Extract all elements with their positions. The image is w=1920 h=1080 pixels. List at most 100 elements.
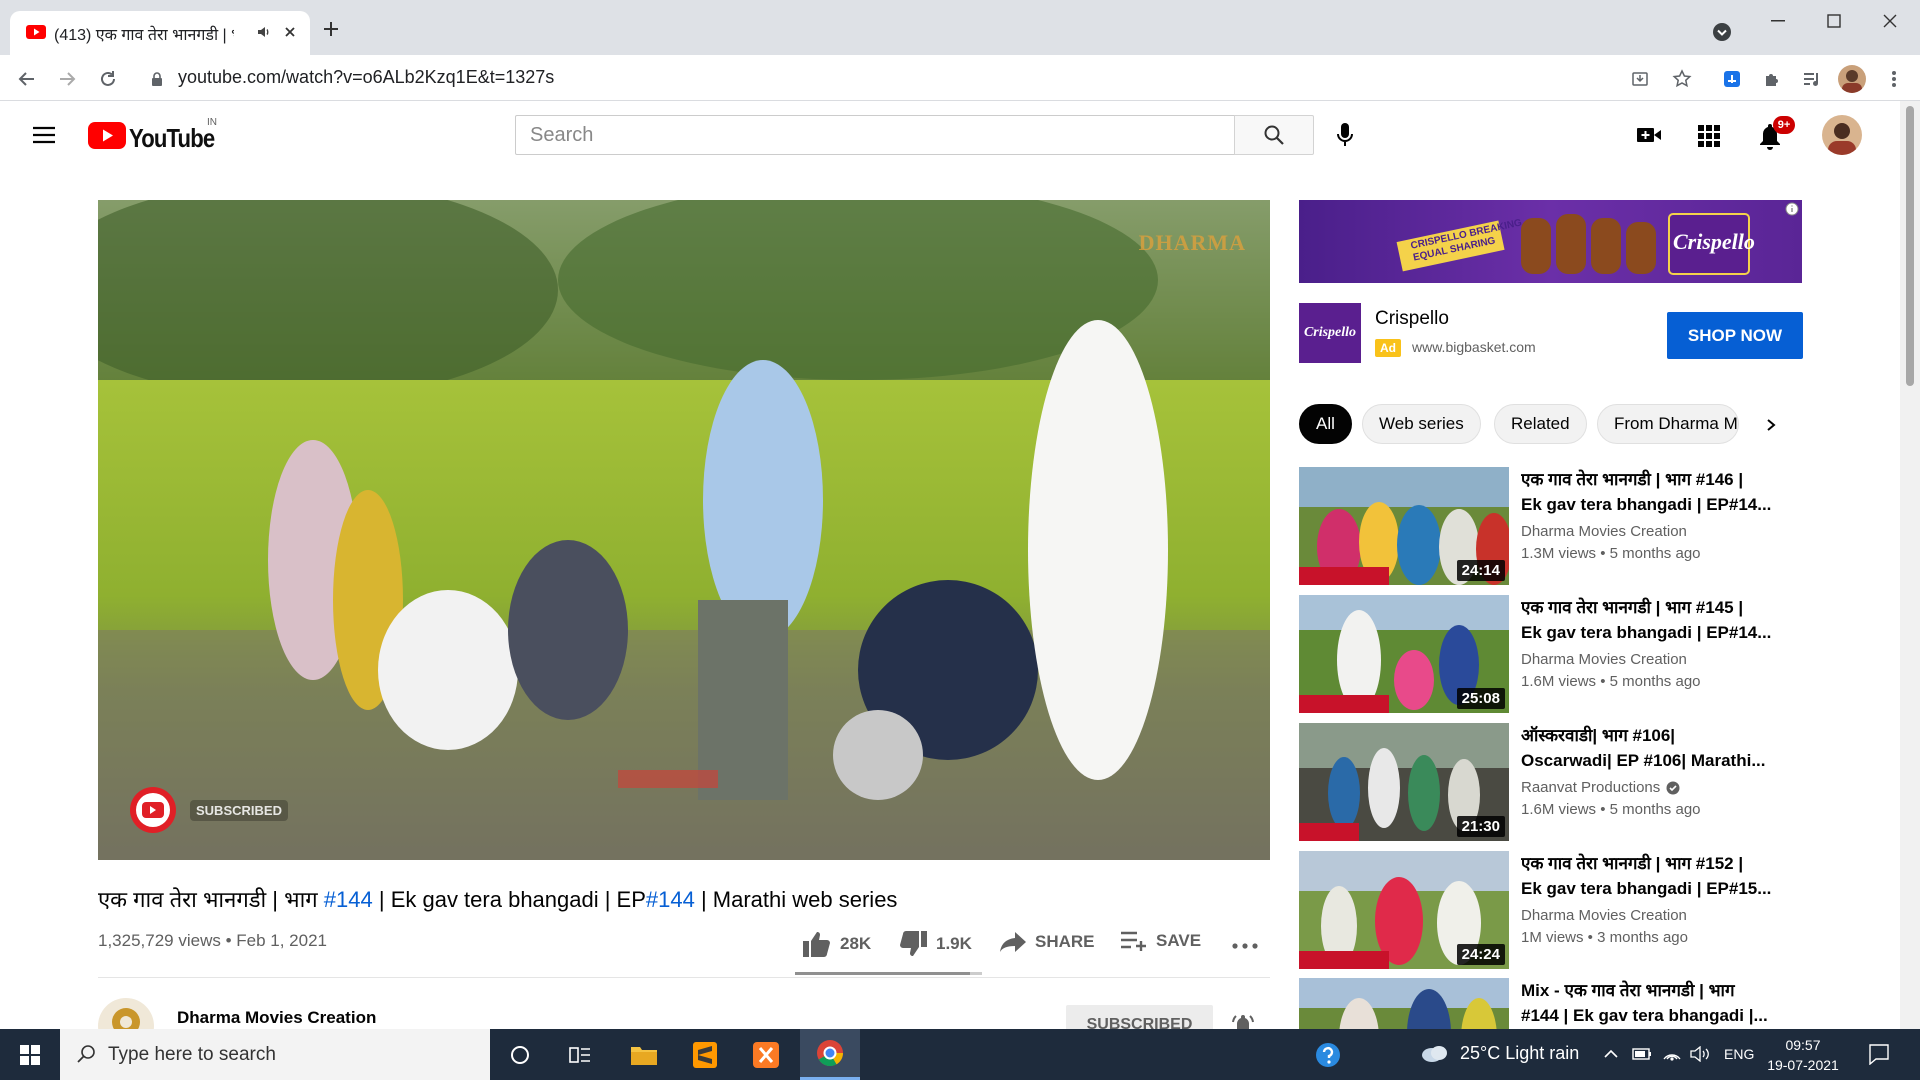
reload-icon[interactable] xyxy=(96,67,120,91)
hashtag-link[interactable]: #144 xyxy=(646,887,695,912)
search-button[interactable] xyxy=(1234,115,1314,155)
clock[interactable]: 09:57 19-07-2021 xyxy=(1760,1035,1846,1075)
action-center-icon[interactable] xyxy=(1868,1043,1890,1065)
tab-search-icon[interactable] xyxy=(1712,22,1732,42)
help-icon[interactable] xyxy=(1298,1029,1358,1080)
chip-from-dharma[interactable]: From Dharma M xyxy=(1597,404,1739,444)
title-line: Ek gav tera bhangadi | EP#15... xyxy=(1521,879,1772,898)
video-thumbnail[interactable]: 24:14 xyxy=(1299,467,1509,585)
speaker-icon[interactable] xyxy=(256,24,272,40)
search-icon xyxy=(1264,125,1284,145)
video-thumbnail[interactable]: 21:30 xyxy=(1299,723,1509,841)
file-explorer-icon[interactable] xyxy=(614,1029,674,1080)
chevron-right-icon[interactable] xyxy=(1766,418,1776,432)
video-title[interactable]: एक गाव तेरा भानगडी | भाग #152 | Ek gav t… xyxy=(1521,851,1791,901)
minimize-icon[interactable] xyxy=(1758,10,1798,32)
video-channel[interactable]: Dharma Movies Creation xyxy=(1521,907,1687,924)
ad-thumbnail[interactable]: Crispello xyxy=(1299,303,1361,363)
youtube-logo-icon[interactable] xyxy=(88,122,126,149)
recommended-video[interactable]: 25:08 एक गाव तेरा भानगडी | भाग #145 | Ek… xyxy=(1299,595,1809,713)
scrollbar-thumb[interactable] xyxy=(1906,106,1914,386)
language-indicator[interactable]: ENG xyxy=(1724,1046,1754,1062)
wifi-icon[interactable] xyxy=(1662,1046,1682,1062)
video-title[interactable]: एक गाव तेरा भानगडी | भाग #145 | Ek gav t… xyxy=(1521,595,1791,645)
recommended-video[interactable]: 24:14 एक गाव तेरा भानगडी | भाग #146 | Ek… xyxy=(1299,467,1809,585)
shop-now-button[interactable]: SHOP NOW xyxy=(1667,312,1803,359)
cortana-icon[interactable] xyxy=(490,1029,550,1080)
title-line: Mix - एक गाव तेरा भानगडी | भाग xyxy=(1521,981,1735,1000)
dislike-button[interactable]: 1.9K xyxy=(898,930,972,958)
apps-grid-icon[interactable] xyxy=(1698,125,1720,147)
views-and-date: 1,325,729 views • Feb 1, 2021 xyxy=(98,931,327,950)
recommended-video[interactable]: 24:24 एक गाव तेरा भानगडी | भाग #152 | Ek… xyxy=(1299,851,1809,969)
share-label: SHARE xyxy=(1035,932,1095,951)
puzzle-extensions-icon[interactable] xyxy=(1760,67,1784,91)
battery-icon[interactable] xyxy=(1632,1047,1652,1061)
search-input[interactable] xyxy=(516,116,1234,154)
video-duration: 25:08 xyxy=(1456,688,1505,709)
title-line: Ek gav tera bhangadi | EP#14... xyxy=(1521,495,1772,514)
bookmark-star-icon[interactable] xyxy=(1670,67,1694,91)
video-thumbnail[interactable] xyxy=(1299,978,1509,1029)
maximize-icon[interactable] xyxy=(1814,10,1854,32)
ad-title[interactable]: Crispello xyxy=(1375,308,1449,330)
chip-related[interactable]: Related xyxy=(1494,404,1587,444)
video-channel[interactable]: Raanvat Productions xyxy=(1521,779,1680,796)
video-thumbnail[interactable]: 25:08 xyxy=(1299,595,1509,713)
chrome-taskbar-icon[interactable] xyxy=(800,1029,860,1080)
windows-start-icon[interactable] xyxy=(0,1029,60,1080)
account-avatar[interactable] xyxy=(1822,115,1862,155)
taskbar-search-placeholder: Type here to search xyxy=(108,1043,276,1065)
ad-info-icon[interactable] xyxy=(1785,202,1799,216)
ad-url[interactable]: www.bigbasket.com xyxy=(1412,339,1536,355)
profile-avatar[interactable] xyxy=(1838,65,1866,93)
lock-icon[interactable] xyxy=(145,67,169,91)
like-button[interactable]: 28K xyxy=(802,930,871,958)
ad-badge: Ad xyxy=(1375,339,1401,357)
video-channel[interactable]: Dharma Movies Creation xyxy=(1521,523,1687,540)
video-thumbnail[interactable]: 24:24 xyxy=(1299,851,1509,969)
title-line: ऑस्करवाडी| भाग #106| xyxy=(1521,726,1676,745)
back-arrow-icon[interactable] xyxy=(15,67,39,91)
taskbar-search-box[interactable]: Type here to search xyxy=(60,1029,490,1080)
save-label: SAVE xyxy=(1156,931,1202,950)
task-view-icon[interactable] xyxy=(550,1029,610,1080)
chevron-up-icon[interactable] xyxy=(1604,1049,1618,1059)
sublime-text-icon[interactable] xyxy=(675,1029,735,1080)
volume-icon[interactable] xyxy=(1690,1046,1712,1062)
new-tab-plus-icon[interactable] xyxy=(322,20,340,38)
more-actions-icon[interactable] xyxy=(1232,943,1258,949)
create-video-icon[interactable] xyxy=(1636,125,1662,145)
xampp-icon[interactable] xyxy=(736,1029,796,1080)
youtube-logo-text[interactable]: YouTube xyxy=(129,123,215,154)
recommended-video[interactable]: 21:30 ऑस्करवाडी| भाग #106| Oscarwadi| EP… xyxy=(1299,723,1809,841)
title-text: एक गाव तेरा भानगडी | भाग xyxy=(98,887,324,912)
thumbs-down-icon xyxy=(900,931,927,956)
browser-tab[interactable]: (413) एक गाव तेरा भानगडी | भाग xyxy=(10,11,310,55)
hamburger-menu-icon[interactable] xyxy=(32,125,56,145)
hashtag-link[interactable]: #144 xyxy=(324,887,373,912)
window-close-icon[interactable] xyxy=(1870,10,1910,32)
address-bar[interactable]: youtube.com/watch?v=o6ALb2Kzq1E&t=1327s xyxy=(178,67,554,88)
chip-all[interactable]: All xyxy=(1299,404,1352,444)
video-meta: 1.6M views • 5 months ago xyxy=(1521,801,1701,818)
video-title[interactable]: ऑस्करवाडी| भाग #106| Oscarwadi| EP #106|… xyxy=(1521,723,1791,773)
install-app-icon[interactable] xyxy=(1628,67,1652,91)
tab-close-icon[interactable] xyxy=(282,24,298,40)
save-button[interactable]: SAVE xyxy=(1120,930,1201,952)
browser-menu-icon[interactable] xyxy=(1882,67,1906,91)
ad-banner-image[interactable]: CRISPELLO BREAKING EQUAL SHARING Crispel… xyxy=(1299,200,1802,283)
video-title[interactable]: Mix - एक गाव तेरा भानगडी | भाग #144 | Ek… xyxy=(1521,978,1791,1028)
video-channel[interactable]: Dharma Movies Creation xyxy=(1521,651,1687,668)
video-player[interactable]: DHARMA SUBSCRIBED xyxy=(98,200,1270,860)
channel-name[interactable]: Dharma Movies Creation xyxy=(177,1008,376,1028)
forward-arrow-icon[interactable] xyxy=(55,67,79,91)
media-queue-icon[interactable] xyxy=(1800,67,1824,91)
video-title[interactable]: एक गाव तेरा भानगडी | भाग #146 | Ek gav t… xyxy=(1521,467,1791,517)
weather-widget[interactable]: 25°C Light rain xyxy=(1420,1043,1579,1064)
extension-icon[interactable] xyxy=(1720,67,1744,91)
microphone-icon[interactable] xyxy=(1336,121,1354,149)
recommended-mix[interactable]: Mix - एक गाव तेरा भानगडी | भाग #144 | Ek… xyxy=(1299,978,1809,1029)
share-button[interactable]: SHARE xyxy=(999,930,1095,954)
chip-web-series[interactable]: Web series xyxy=(1362,404,1481,444)
